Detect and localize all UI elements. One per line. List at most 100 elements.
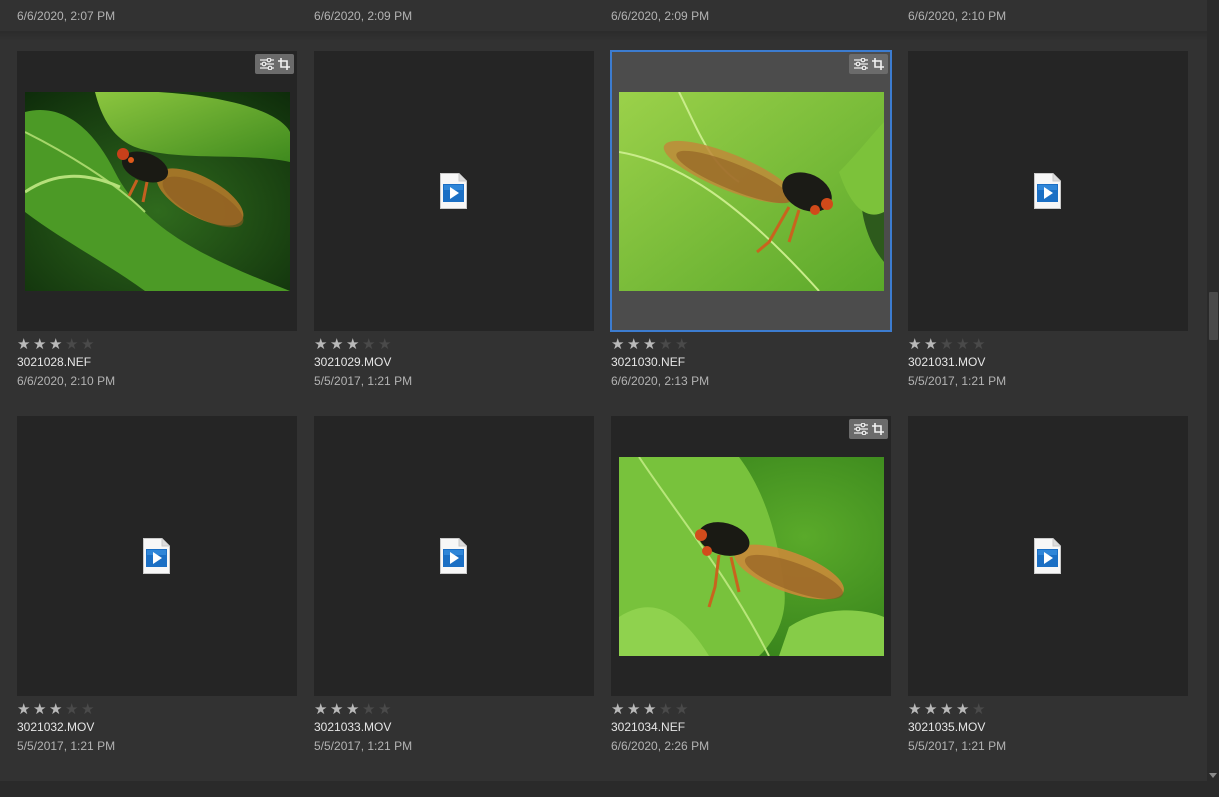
star-rating[interactable]: ★ ★ ★ ★ ★ bbox=[314, 336, 594, 352]
edit-badge[interactable] bbox=[849, 54, 888, 74]
file-date: 5/5/2017, 1:21 PM bbox=[314, 739, 413, 753]
video-file-icon bbox=[143, 538, 170, 574]
file-name: 3021030.NEF bbox=[611, 355, 686, 369]
star-icon[interactable]: ★ bbox=[81, 701, 96, 717]
sliders-icon bbox=[853, 423, 868, 435]
file-date: 6/6/2020, 2:13 PM bbox=[611, 374, 710, 388]
star-icon[interactable]: ★ bbox=[314, 701, 329, 717]
photo-thumbnail[interactable] bbox=[611, 416, 891, 696]
star-icon[interactable]: ★ bbox=[33, 701, 48, 717]
scrollbar-thumb[interactable] bbox=[1209, 292, 1218, 340]
star-icon[interactable]: ★ bbox=[940, 701, 955, 717]
file-name: 3021031.MOV bbox=[908, 355, 986, 369]
star-rating[interactable]: ★ ★ ★ ★ ★ bbox=[17, 336, 297, 352]
file-date: 6/6/2020, 2:10 PM bbox=[908, 9, 1007, 23]
star-icon[interactable]: ★ bbox=[65, 701, 80, 717]
video-file-icon bbox=[440, 538, 467, 574]
file-name: 3021033.MOV bbox=[314, 720, 392, 734]
star-icon[interactable]: ★ bbox=[362, 336, 377, 352]
video-thumbnail[interactable] bbox=[314, 51, 594, 331]
star-icon[interactable]: ★ bbox=[940, 336, 955, 352]
star-icon[interactable]: ★ bbox=[33, 336, 48, 352]
star-icon[interactable]: ★ bbox=[643, 701, 658, 717]
thumbnail-image bbox=[619, 457, 884, 656]
video-thumbnail[interactable] bbox=[908, 416, 1188, 696]
video-file-icon bbox=[1034, 538, 1061, 574]
crop-icon bbox=[277, 58, 290, 70]
thumbnail-meta: ★ ★ ★ ★ ★ 3021033.MOV 5/5/2017, 1:21 PM bbox=[314, 701, 594, 754]
crop-icon bbox=[871, 423, 884, 435]
star-icon[interactable]: ★ bbox=[675, 701, 690, 717]
thumbnail-meta: ★ ★ ★ ★ ★ 3021028.NEF 6/6/2020, 2:10 PM bbox=[17, 336, 297, 389]
file-name: 3021032.MOV bbox=[17, 720, 95, 734]
star-icon[interactable]: ★ bbox=[908, 701, 923, 717]
file-date: 6/6/2020, 2:07 PM bbox=[17, 9, 116, 23]
star-icon[interactable]: ★ bbox=[924, 336, 939, 352]
star-icon[interactable]: ★ bbox=[378, 701, 393, 717]
star-icon[interactable]: ★ bbox=[17, 701, 32, 717]
star-icon[interactable]: ★ bbox=[627, 701, 642, 717]
star-icon[interactable]: ★ bbox=[972, 336, 987, 352]
video-thumbnail[interactable] bbox=[314, 416, 594, 696]
star-icon[interactable]: ★ bbox=[611, 336, 626, 352]
star-rating[interactable]: ★ ★ ★ ★ ★ bbox=[17, 701, 297, 717]
previous-row-dates: 6/6/2020, 2:07 PM 6/6/2020, 2:09 PM 6/6/… bbox=[0, 9, 1207, 25]
edit-badge[interactable] bbox=[849, 419, 888, 439]
scroll-down-arrow-icon[interactable] bbox=[1209, 773, 1217, 778]
crop-icon bbox=[871, 58, 884, 70]
star-icon[interactable]: ★ bbox=[924, 701, 939, 717]
star-rating[interactable]: ★ ★ ★ ★ ★ bbox=[908, 701, 1188, 717]
star-icon[interactable]: ★ bbox=[65, 336, 80, 352]
file-date: 6/6/2020, 2:26 PM bbox=[611, 739, 710, 753]
star-icon[interactable]: ★ bbox=[611, 701, 626, 717]
star-icon[interactable]: ★ bbox=[908, 336, 923, 352]
star-icon[interactable]: ★ bbox=[49, 701, 64, 717]
thumbnail-grid: 6/6/2020, 2:07 PM 6/6/2020, 2:09 PM 6/6/… bbox=[0, 0, 1207, 781]
vertical-scrollbar[interactable] bbox=[1207, 0, 1219, 781]
thumbnail-image bbox=[619, 92, 884, 291]
thumbnail-meta: ★ ★ ★ ★ ★ 3021032.MOV 5/5/2017, 1:21 PM bbox=[17, 701, 297, 754]
star-icon[interactable]: ★ bbox=[362, 701, 377, 717]
star-icon[interactable]: ★ bbox=[81, 336, 96, 352]
star-icon[interactable]: ★ bbox=[17, 336, 32, 352]
star-icon[interactable]: ★ bbox=[972, 701, 987, 717]
horizontal-scrollbar[interactable] bbox=[0, 781, 1219, 797]
star-icon[interactable]: ★ bbox=[49, 336, 64, 352]
star-icon[interactable]: ★ bbox=[627, 336, 642, 352]
file-date: 5/5/2017, 1:21 PM bbox=[314, 374, 413, 388]
star-icon[interactable]: ★ bbox=[346, 701, 361, 717]
file-name: 3021028.NEF bbox=[17, 355, 92, 369]
star-icon[interactable]: ★ bbox=[659, 336, 674, 352]
thumbnail-image bbox=[25, 92, 290, 291]
star-icon[interactable]: ★ bbox=[346, 336, 361, 352]
star-rating[interactable]: ★ ★ ★ ★ ★ bbox=[314, 701, 594, 717]
row-divider bbox=[0, 31, 1207, 41]
edit-badge[interactable] bbox=[255, 54, 294, 74]
file-date: 5/5/2017, 1:21 PM bbox=[908, 739, 1007, 753]
sliders-icon bbox=[259, 58, 274, 70]
file-date: 6/6/2020, 2:09 PM bbox=[314, 9, 413, 23]
thumbnail-meta: ★ ★ ★ ★ ★ 3021034.NEF 6/6/2020, 2:26 PM bbox=[611, 701, 891, 754]
star-icon[interactable]: ★ bbox=[314, 336, 329, 352]
star-icon[interactable]: ★ bbox=[643, 336, 658, 352]
star-rating[interactable]: ★ ★ ★ ★ ★ bbox=[611, 701, 891, 717]
thumbnail-meta: ★ ★ ★ ★ ★ 3021031.MOV 5/5/2017, 1:21 PM bbox=[908, 336, 1188, 389]
star-icon[interactable]: ★ bbox=[378, 336, 393, 352]
video-thumbnail[interactable] bbox=[17, 416, 297, 696]
file-date: 6/6/2020, 2:10 PM bbox=[17, 374, 116, 388]
star-icon[interactable]: ★ bbox=[330, 336, 345, 352]
photo-thumbnail[interactable] bbox=[610, 50, 892, 332]
video-thumbnail[interactable] bbox=[908, 51, 1188, 331]
file-name: 3021029.MOV bbox=[314, 355, 392, 369]
thumbnail-meta: ★ ★ ★ ★ ★ 3021030.NEF 6/6/2020, 2:13 PM bbox=[611, 336, 891, 389]
star-icon[interactable]: ★ bbox=[675, 336, 690, 352]
star-icon[interactable]: ★ bbox=[956, 701, 971, 717]
star-icon[interactable]: ★ bbox=[330, 701, 345, 717]
sliders-icon bbox=[853, 58, 868, 70]
star-icon[interactable]: ★ bbox=[956, 336, 971, 352]
star-rating[interactable]: ★ ★ ★ ★ ★ bbox=[908, 336, 1188, 352]
star-rating[interactable]: ★ ★ ★ ★ ★ bbox=[611, 336, 891, 352]
photo-thumbnail[interactable] bbox=[17, 51, 297, 331]
star-icon[interactable]: ★ bbox=[659, 701, 674, 717]
file-date: 6/6/2020, 2:09 PM bbox=[611, 9, 710, 23]
